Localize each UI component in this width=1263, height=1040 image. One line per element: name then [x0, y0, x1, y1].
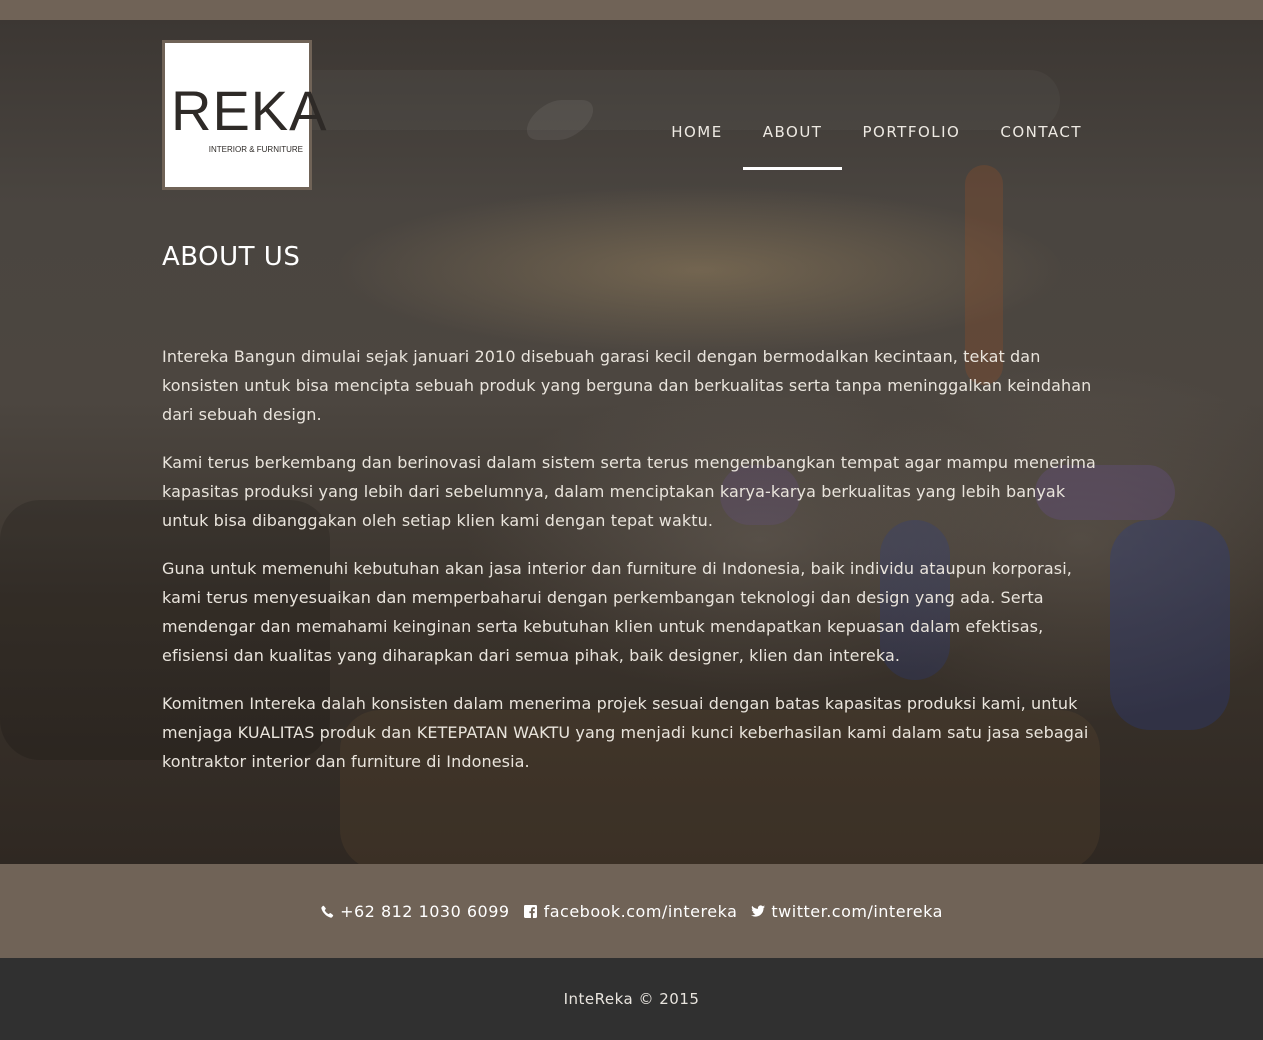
phone-number: +62 812 1030 6099 [340, 901, 510, 921]
about-paragraph: Intereka Bangun dimulai sejak januari 20… [162, 347, 1092, 424]
about-paragraph: Kami terus berkembang dan berinovasi dal… [162, 453, 1096, 530]
facebook-link[interactable]: facebook.com/intereka [524, 902, 738, 921]
logo[interactable]: REKA INTERIOR & FURNITURE [162, 40, 327, 190]
facebook-icon [524, 904, 538, 918]
main-nav: HOME ABOUT PORTFOLIO CONTACT [651, 40, 1102, 170]
contact-bar: +62 812 1030 6099 facebook.com/intereka … [0, 864, 1263, 958]
page-title: ABOUT US [162, 242, 301, 272]
twitter-url: twitter.com/intereka [771, 901, 943, 921]
nav-home[interactable]: HOME [651, 40, 743, 170]
about-paragraph: Guna untuk memenuhi kebutuhan akan jasa … [162, 559, 1072, 665]
nav-contact[interactable]: CONTACT [980, 40, 1102, 170]
nav-about[interactable]: ABOUT [742, 40, 843, 170]
copyright-text: InteReka © 2015 [563, 990, 700, 1008]
phone-link[interactable]: +62 812 1030 6099 [320, 902, 510, 921]
about-paragraph: Komitmen Intereka dalah konsisten dalam … [162, 694, 1089, 771]
nav-portfolio[interactable]: PORTFOLIO [842, 40, 980, 170]
twitter-link[interactable]: twitter.com/intereka [751, 902, 943, 921]
top-bar [0, 0, 1263, 20]
about-section: REKA INTERIOR & FURNITURE HOME ABOUT POR… [0, 20, 1263, 864]
phone-icon [320, 904, 334, 918]
twitter-icon [751, 904, 766, 918]
logo-tagline: INTERIOR & FURNITURE [208, 145, 303, 154]
footer: InteReka © 2015 [0, 958, 1263, 1040]
logo-wordmark: REKA [171, 79, 328, 142]
site-header: REKA INTERIOR & FURNITURE HOME ABOUT POR… [162, 40, 1102, 190]
facebook-url: facebook.com/intereka [543, 901, 738, 921]
background-blur [1110, 520, 1230, 730]
about-content: ABOUT US Intereka Bangun dimulai sejak j… [162, 242, 1107, 795]
